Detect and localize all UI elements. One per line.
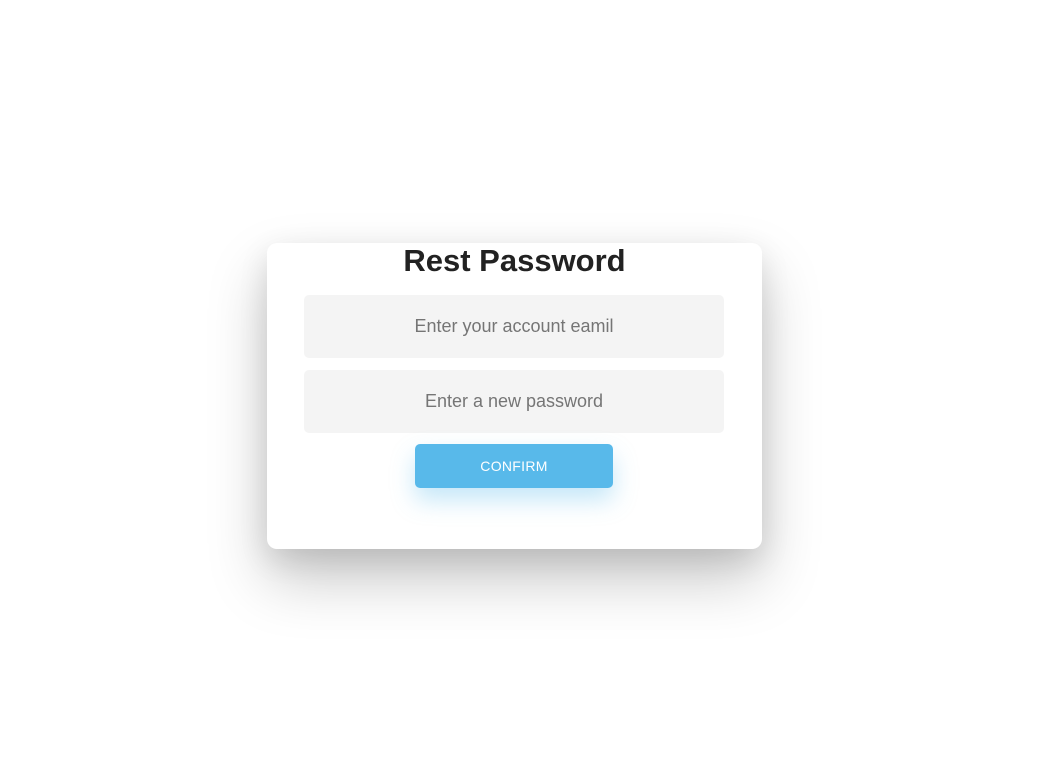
page: Rest Password CONFIRM (0, 0, 1039, 769)
reset-password-card: Rest Password CONFIRM (267, 243, 762, 549)
email-field[interactable] (304, 295, 724, 358)
new-password-field[interactable] (304, 370, 724, 433)
confirm-button[interactable]: CONFIRM (415, 444, 613, 488)
page-title: Rest Password (403, 243, 626, 278)
